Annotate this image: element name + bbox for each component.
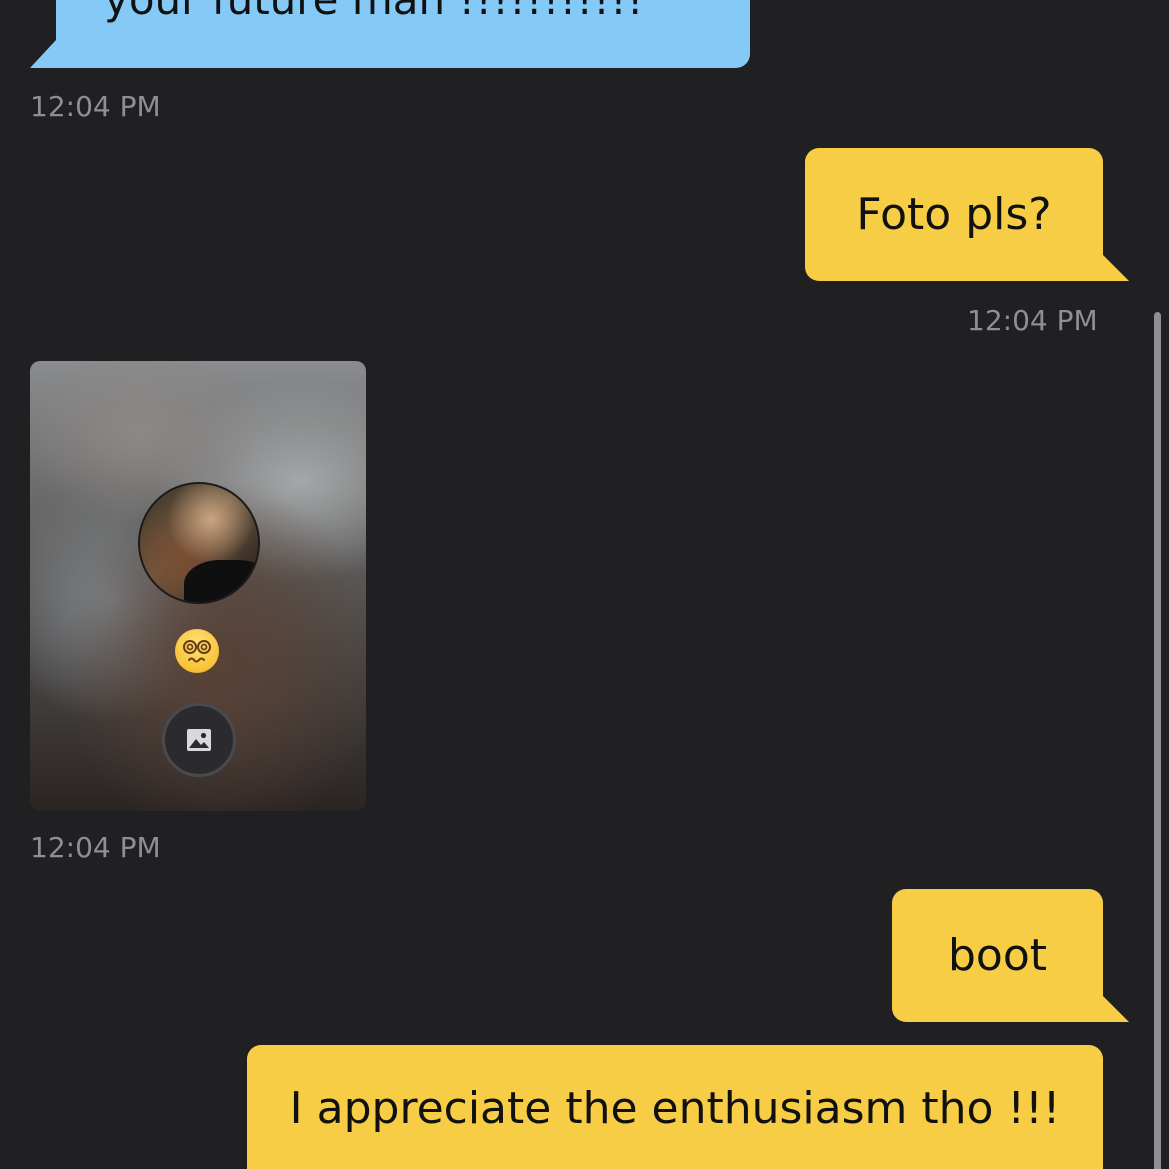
view-photo-button[interactable]	[162, 703, 236, 777]
message-text: I appreciate the enthusiasm tho !!!	[289, 1083, 1061, 1134]
scrollbar[interactable]	[1154, 312, 1161, 1169]
outgoing-message-bubble[interactable]: Foto pls?	[805, 148, 1103, 281]
outgoing-message-bubble[interactable]: I appreciate the enthusiasm tho !!!	[247, 1045, 1103, 1169]
incoming-bubble-tail	[30, 40, 56, 68]
chat-screen: your future man !!!!!!!!!!! 12:04 PM Fot…	[0, 0, 1169, 1169]
image-icon	[187, 729, 211, 751]
profile-avatar[interactable]	[138, 482, 260, 604]
outgoing-bubble-tail	[1103, 996, 1129, 1022]
spiral-eyes-face-icon	[183, 640, 211, 663]
incoming-message-bubble[interactable]: your future man !!!!!!!!!!!	[56, 0, 750, 68]
message-timestamp: 12:04 PM	[30, 90, 161, 123]
message-timestamp: 12:04 PM	[967, 304, 1098, 337]
message-text: your future man !!!!!!!!!!!	[104, 0, 644, 22]
face-with-spiral-eyes-emoji	[175, 629, 219, 673]
message-text: boot	[947, 930, 1048, 981]
message-timestamp: 12:04 PM	[30, 831, 161, 864]
outgoing-message-bubble[interactable]: boot	[892, 889, 1103, 1022]
message-text: Foto pls?	[856, 189, 1052, 240]
blurred-photo-message[interactable]	[30, 361, 366, 811]
outgoing-bubble-tail	[1103, 255, 1129, 281]
avatar-shirt-shape	[184, 560, 258, 602]
